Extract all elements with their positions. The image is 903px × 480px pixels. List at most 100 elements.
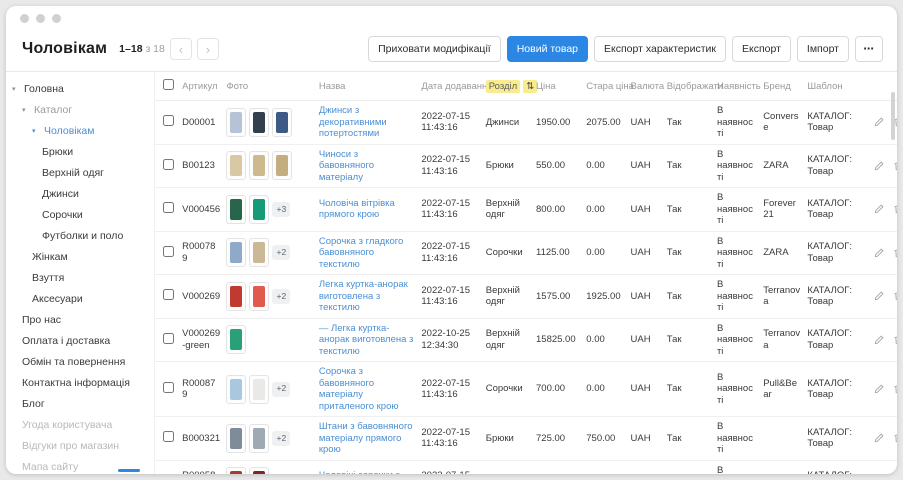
product-photo[interactable] — [272, 108, 292, 137]
export-characteristics-button[interactable]: Експорт характеристик — [594, 36, 726, 62]
column-header[interactable]: Валюта — [628, 72, 664, 101]
delete-icon[interactable] — [892, 203, 897, 215]
row-checkbox[interactable] — [163, 246, 174, 257]
product-name-link[interactable]: Чоловіча вітрівка прямого крою — [319, 198, 395, 221]
more-photos-badge[interactable]: +2 — [272, 245, 290, 260]
edit-icon[interactable] — [873, 383, 885, 395]
column-header[interactable]: Дата додавання — [418, 72, 482, 101]
product-name-link[interactable]: Чоловічі сорочки з легкого текстилю — [319, 470, 400, 474]
delete-icon[interactable] — [892, 334, 897, 346]
product-photo[interactable] — [226, 282, 246, 311]
product-photo[interactable] — [249, 467, 269, 474]
product-name-link[interactable]: Штани з бавовняного матеріалу прямого кр… — [319, 421, 413, 455]
sidebar-item-6[interactable]: Сорочки — [6, 204, 154, 225]
more-photos-badge[interactable]: +2 — [272, 382, 290, 397]
product-photo[interactable] — [226, 108, 246, 137]
edit-icon[interactable] — [873, 432, 885, 444]
bottom-scroll-indicator[interactable] — [118, 469, 140, 472]
edit-icon[interactable] — [873, 160, 885, 172]
edit-icon[interactable] — [873, 116, 885, 128]
window-zoom-button[interactable] — [52, 14, 61, 23]
delete-icon[interactable] — [892, 432, 897, 444]
sidebar-item-2[interactable]: ▾Чоловікам — [6, 120, 154, 141]
product-photo[interactable] — [249, 108, 269, 137]
sidebar-item-17[interactable]: Відгуки про магазин — [6, 435, 154, 456]
edit-icon[interactable] — [873, 290, 885, 302]
sidebar-item-12[interactable]: Оплата і доставка — [6, 330, 154, 351]
product-photo[interactable] — [226, 195, 246, 224]
product-photo[interactable] — [272, 151, 292, 180]
product-name-link[interactable]: — Легка куртка-анорак виготовлена з текс… — [319, 323, 414, 357]
product-photo[interactable] — [226, 325, 246, 354]
product-photo[interactable] — [249, 282, 269, 311]
product-photo[interactable] — [226, 424, 246, 453]
sidebar-item-3[interactable]: Брюки — [6, 141, 154, 162]
column-header[interactable]: Назва — [316, 72, 419, 101]
product-name-link[interactable]: Сорочка з гладкого бавовняного текстилю — [319, 236, 403, 270]
more-photos-badge[interactable]: +2 — [272, 289, 290, 304]
edit-icon[interactable] — [873, 247, 885, 259]
product-photo[interactable] — [249, 238, 269, 267]
row-checkbox[interactable] — [163, 382, 174, 393]
product-photo[interactable] — [226, 467, 246, 474]
column-header[interactable]: Шаблон — [804, 72, 862, 101]
product-photo[interactable] — [226, 151, 246, 180]
row-checkbox[interactable] — [163, 115, 174, 126]
row-checkbox[interactable] — [163, 159, 174, 170]
column-header-section[interactable]: Розділ⇅ — [483, 72, 533, 101]
column-header[interactable]: Артикул — [179, 72, 223, 101]
sidebar-item-9[interactable]: Взуття — [6, 267, 154, 288]
delete-icon[interactable] — [892, 160, 897, 172]
sidebar-item-5[interactable]: Джинси — [6, 183, 154, 204]
pagination-next-button[interactable]: › — [197, 38, 219, 60]
product-photo[interactable] — [226, 238, 246, 267]
column-header[interactable]: Ціна — [533, 72, 583, 101]
export-button[interactable]: Експорт — [732, 36, 791, 62]
vertical-scrollbar-thumb[interactable] — [891, 92, 895, 140]
sidebar-item-15[interactable]: Блог — [6, 393, 154, 414]
column-header[interactable]: Фото — [223, 72, 315, 101]
product-photo[interactable] — [226, 375, 246, 404]
row-checkbox[interactable] — [163, 289, 174, 300]
product-photo[interactable] — [249, 151, 269, 180]
column-header[interactable]: Наявність — [714, 72, 760, 101]
product-name-link[interactable]: Джинси з декоративними потертостями — [319, 105, 387, 139]
sidebar-item-14[interactable]: Контактна інформація — [6, 372, 154, 393]
product-photo[interactable] — [249, 195, 269, 224]
sidebar-item-1[interactable]: ▾Каталог — [6, 99, 154, 120]
product-name-link[interactable]: Чиноси з бавовняного матеріалу — [319, 149, 374, 183]
sidebar-item-8[interactable]: Жінкам — [6, 246, 154, 267]
sidebar-item-7[interactable]: Футболки и поло — [6, 225, 154, 246]
delete-icon[interactable] — [892, 383, 897, 395]
select-all-checkbox[interactable] — [163, 79, 174, 90]
new-product-button[interactable]: Новий товар — [507, 36, 588, 62]
edit-icon[interactable] — [873, 334, 885, 346]
product-name-link[interactable]: Сорочка з бавовняного матеріалу притален… — [319, 366, 399, 412]
window-minimize-button[interactable] — [36, 14, 45, 23]
delete-icon[interactable] — [892, 247, 897, 259]
product-photo[interactable] — [249, 424, 269, 453]
more-actions-button[interactable]: ⋯ — [855, 36, 883, 62]
product-name-link[interactable]: Легка куртка-анорак виготовлена з тексти… — [319, 279, 408, 313]
sidebar-item-0[interactable]: ▾Головна — [6, 78, 154, 99]
sidebar-item-13[interactable]: Обмін та повернення — [6, 351, 154, 372]
sidebar-item-11[interactable]: Про нас — [6, 309, 154, 330]
more-photos-badge[interactable]: +3 — [272, 202, 290, 217]
sidebar-item-10[interactable]: Аксесуари — [6, 288, 154, 309]
hide-modifications-button[interactable]: Приховати модифікації — [368, 36, 501, 62]
column-header[interactable]: Стара ціна — [583, 72, 627, 101]
product-photo[interactable] — [249, 375, 269, 404]
row-checkbox[interactable] — [163, 202, 174, 213]
edit-icon[interactable] — [873, 203, 885, 215]
row-checkbox[interactable] — [163, 431, 174, 442]
more-photos-badge[interactable]: +2 — [272, 431, 290, 446]
import-button[interactable]: Імпорт — [797, 36, 849, 62]
sidebar-item-4[interactable]: Верхній одяг — [6, 162, 154, 183]
delete-icon[interactable] — [892, 290, 897, 302]
window-close-button[interactable] — [20, 14, 29, 23]
row-checkbox[interactable] — [163, 333, 174, 344]
pagination-prev-button[interactable]: ‹ — [170, 38, 192, 60]
column-header[interactable]: Бренд — [760, 72, 804, 101]
column-header[interactable]: Відображати — [664, 72, 714, 101]
sidebar-item-16[interactable]: Угода користувача — [6, 414, 154, 435]
